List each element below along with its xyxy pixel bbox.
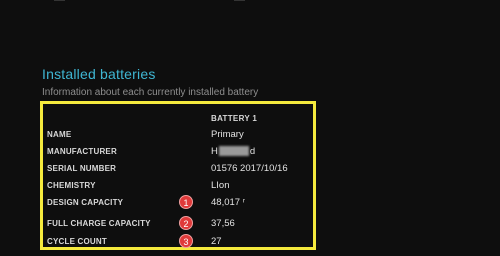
section-subtitle: Information about each currently install… [42, 87, 259, 98]
row-value: 48,017 ʳ [211, 197, 245, 208]
row-value: 27 [211, 236, 222, 247]
row-value: LIon [211, 180, 230, 191]
top-cutoff-row: — — [44, 0, 500, 6]
cutoff-text-left: — [54, 0, 65, 6]
row-value: 01576 2017/10/16 [211, 163, 288, 174]
annotation-badge: 3 [179, 234, 193, 248]
row-label: DESIGN CAPACITY [47, 198, 124, 207]
battery-column-header: BATTERY 1 [211, 114, 258, 123]
manufacturer-suffix: d [249, 146, 256, 157]
cutoff-text-right: — [234, 0, 245, 6]
row-value: Primary [211, 129, 244, 140]
row-label: FULL CHARGE CAPACITY [47, 219, 151, 228]
row-manufacturer: MANUFACTURER Hd [47, 146, 307, 161]
row-full-charge-capacity: FULL CHARGE CAPACITY 2 37,56 [47, 216, 307, 233]
section-title: Installed batteries [42, 66, 156, 82]
row-cycle-count: CYCLE COUNT 3 27 [47, 234, 307, 251]
row-design-capacity: DESIGN CAPACITY 1 48,017 ʳ [47, 195, 307, 212]
row-serial-number: SERIAL NUMBER 01576 2017/10/16 [47, 163, 307, 178]
annotation-badge: 1 [179, 195, 193, 209]
row-label: NAME [47, 130, 72, 139]
row-label: CYCLE COUNT [47, 237, 107, 246]
row-chemistry: CHEMISTRY LIon [47, 180, 307, 195]
row-label: CHEMISTRY [47, 181, 96, 190]
row-name: NAME Primary [47, 129, 307, 144]
row-value: Hd [211, 146, 255, 157]
row-label: SERIAL NUMBER [47, 164, 117, 173]
annotation-badge: 2 [179, 216, 193, 230]
manufacturer-prefix: H [211, 146, 218, 157]
row-value: 37,56 [211, 218, 235, 229]
redaction-blur [218, 146, 249, 157]
row-label: MANUFACTURER [47, 147, 117, 156]
